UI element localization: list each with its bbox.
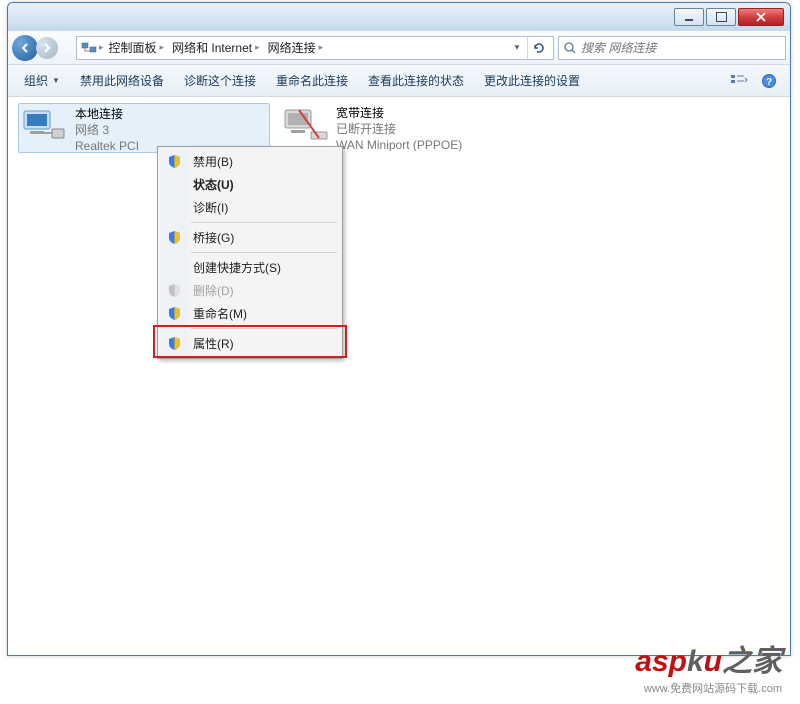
breadcrumb-separator: ▸	[99, 42, 104, 53]
breadcrumb-network-internet[interactable]: 网络和 Internet▸	[169, 39, 263, 56]
ctx-separator	[191, 328, 337, 329]
ctx-diagnose[interactable]: 诊断(I)	[161, 196, 339, 219]
toolbar: 组织▼ 禁用此网络设备 诊断这个连接 重命名此连接 查看此连接的状态 更改此连接…	[8, 65, 790, 97]
forward-button[interactable]	[36, 37, 58, 59]
shield-icon	[167, 306, 182, 321]
shield-icon	[167, 230, 182, 245]
address-dropdown[interactable]: ▾	[509, 42, 525, 53]
refresh-button[interactable]	[527, 37, 549, 59]
breadcrumb-network-connections[interactable]: 网络连接▸	[265, 39, 327, 56]
organize-button[interactable]: 组织▼	[16, 68, 68, 93]
ctx-disable[interactable]: 禁用(B)	[161, 150, 339, 173]
maximize-button[interactable]	[706, 8, 736, 26]
context-menu: 禁用(B) 状态(U) 诊断(I) 桥接(G) 创建快捷方式(S) 删除(D) …	[157, 146, 343, 359]
ethernet-icon	[21, 106, 69, 146]
ctx-separator	[191, 222, 337, 223]
shield-icon	[167, 154, 182, 169]
svg-text:?: ?	[766, 77, 772, 88]
shield-icon	[167, 283, 182, 298]
connection-broadband-text: 宽带连接 已断开连接 WAN Miniport (PPPOE)	[336, 105, 462, 151]
content-area: 本地连接 网络 3 Realtek PCI 宽带连接 已断开连接 WAN Min…	[8, 97, 790, 655]
help-button[interactable]: ?	[756, 70, 782, 92]
view-options-button[interactable]	[726, 70, 752, 92]
disable-device-button[interactable]: 禁用此网络设备	[72, 68, 172, 93]
diagnose-button[interactable]: 诊断这个连接	[176, 68, 264, 93]
ctx-bridge[interactable]: 桥接(G)	[161, 226, 339, 249]
search-icon	[563, 41, 577, 55]
search-input[interactable]	[581, 41, 781, 55]
explorer-window: ▸ 控制面板▸ 网络和 Internet▸ 网络连接▸ ▾ 组织▼ 禁用此网络设…	[7, 2, 791, 656]
minimize-button[interactable]	[674, 8, 704, 26]
ctx-separator	[191, 252, 337, 253]
watermark-tag: www.免费网站源码下载.com	[644, 680, 782, 696]
view-status-button[interactable]: 查看此连接的状态	[360, 68, 472, 93]
breadcrumb-control-panel[interactable]: 控制面板▸	[106, 39, 168, 56]
close-button[interactable]	[738, 8, 784, 26]
back-button[interactable]	[12, 35, 38, 61]
modem-icon	[282, 105, 330, 145]
nav-row: ▸ 控制面板▸ 网络和 Internet▸ 网络连接▸ ▾	[8, 31, 790, 65]
titlebar	[8, 3, 790, 31]
watermark: aspku之家 www.免费网站源码下载.com	[635, 636, 782, 696]
rename-connection-button[interactable]: 重命名此连接	[268, 68, 356, 93]
address-bar[interactable]: ▸ 控制面板▸ 网络和 Internet▸ 网络连接▸ ▾	[76, 36, 554, 60]
ctx-status[interactable]: 状态(U)	[161, 173, 339, 196]
nav-buttons	[12, 34, 72, 62]
ctx-delete: 删除(D)	[161, 279, 339, 302]
shield-icon	[167, 336, 182, 351]
ctx-rename[interactable]: 重命名(M)	[161, 302, 339, 325]
ctx-shortcut[interactable]: 创建快捷方式(S)	[161, 256, 339, 279]
connection-local-text: 本地连接 网络 3 Realtek PCI	[75, 106, 139, 150]
search-box[interactable]	[558, 36, 786, 60]
ctx-properties[interactable]: 属性(R)	[161, 332, 339, 355]
watermark-logo: aspku之家	[635, 636, 782, 680]
change-settings-button[interactable]: 更改此连接的设置	[476, 68, 588, 93]
network-icon	[81, 40, 97, 56]
